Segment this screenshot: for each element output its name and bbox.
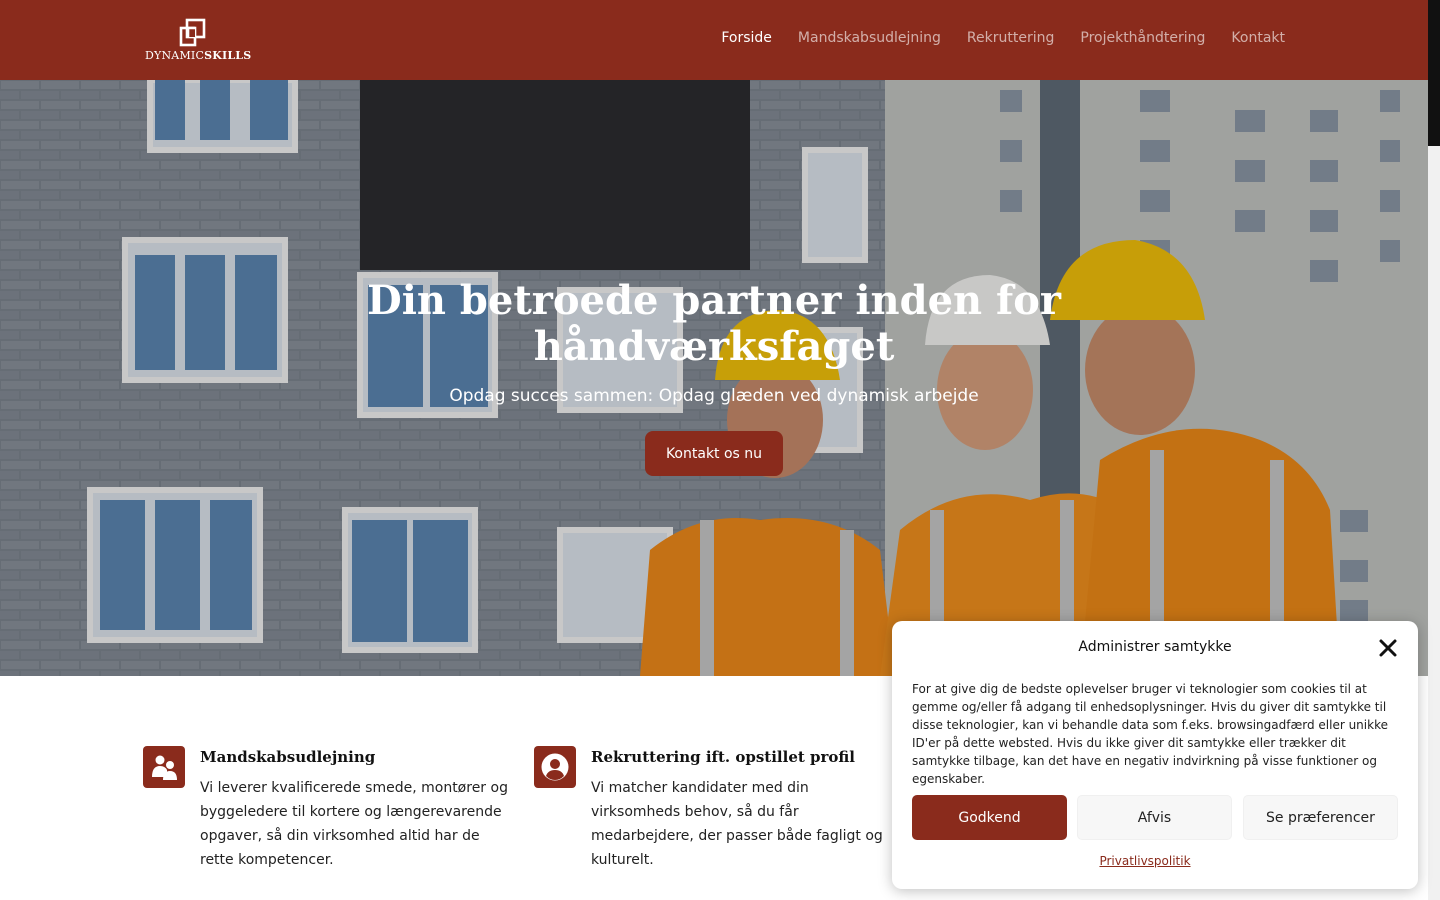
logo-mark-icon	[179, 18, 206, 47]
service-description: Vi leverer kvalificerede smede, montører…	[200, 780, 508, 868]
accept-button[interactable]: Godkend	[912, 795, 1067, 840]
users-icon	[143, 746, 185, 788]
deny-button[interactable]: Afvis	[1077, 795, 1232, 840]
cookie-text: For at give dig de bedste oplevelser bru…	[912, 682, 1388, 786]
logo-suffix: SKILLS	[204, 49, 252, 62]
privacy-policy-link[interactable]: Privatlivspolitik	[892, 854, 1398, 868]
cookie-title: Administrer samtykke	[1078, 639, 1232, 655]
logo-prefix: DYNAMIC	[145, 49, 205, 62]
user-circle-icon	[534, 746, 576, 788]
contact-cta-button[interactable]: Kontakt os nu	[645, 431, 783, 476]
nav-item-kontakt[interactable]: Kontakt	[1231, 30, 1285, 46]
hero-title-line2: håndværksfaget	[533, 323, 895, 370]
logo-text: DYNAMICSKILLS	[145, 49, 252, 62]
service-description: Vi matcher kandidater med din virksomhed…	[591, 780, 883, 868]
hero-section: Din betroede partner inden for håndværks…	[0, 80, 1428, 676]
nav-item-projekthaandtering[interactable]: Projekthåndtering	[1080, 30, 1205, 46]
hero-title: Din betroede partner inden for håndværks…	[0, 278, 1428, 370]
service-title: Mandskabsudlejning	[200, 748, 376, 766]
nav-item-mandskabsudlejning[interactable]: Mandskabsudlejning	[798, 30, 941, 46]
nav-item-rekruttering[interactable]: Rekruttering	[967, 30, 1054, 46]
hero-overlay	[0, 80, 1428, 676]
hero-subtitle: Opdag succes sammen: Opdag glæden ved dy…	[449, 386, 979, 406]
preferences-button[interactable]: Se præferencer	[1243, 795, 1398, 840]
logo[interactable]: DYNAMICSKILLS	[145, 16, 252, 64]
close-icon[interactable]	[1378, 638, 1398, 658]
nav-item-forside[interactable]: Forside	[721, 30, 772, 46]
site-header: DYNAMICSKILLS Forside Mandskabsudlejning…	[0, 0, 1440, 80]
scrollbar-thumb[interactable]	[1428, 0, 1440, 146]
cookie-consent-modal: Administrer samtykke For at give dig de …	[892, 621, 1418, 889]
service-title: Rekruttering ift. opstillet profil	[591, 748, 856, 766]
hero-title-line1: Din betroede partner inden for	[367, 277, 1061, 324]
main-nav: Forside Mandskabsudlejning Rekruttering …	[721, 30, 1285, 46]
